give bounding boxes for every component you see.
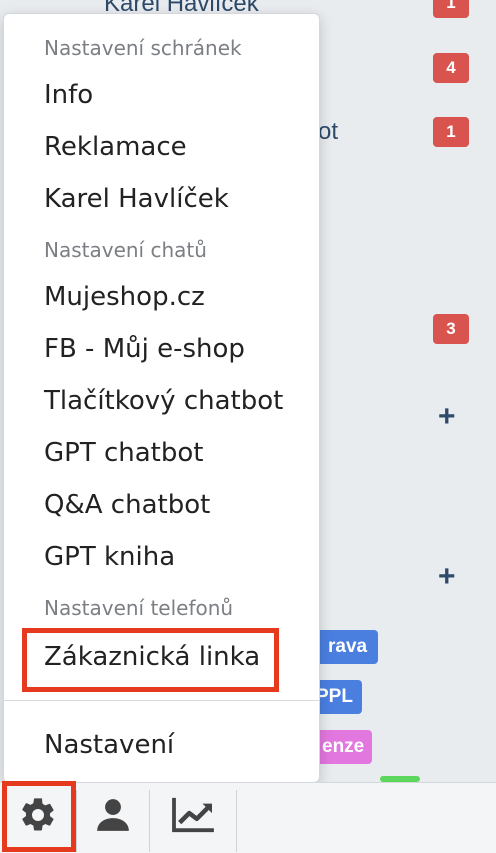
menu-item-info[interactable]: Info [44,80,93,110]
add-icon[interactable]: + [438,402,456,432]
menu-item-mujeshop[interactable]: Mujeshop.cz [44,282,205,312]
menu-item-qa-chatbot[interactable]: Q&A chatbot [44,490,210,520]
unread-badge: 4 [433,53,469,83]
unread-badge: 1 [433,0,469,18]
menu-item-fb-eshop[interactable]: FB - Můj e-shop [44,334,245,364]
highlight-box [2,781,76,852]
sidebar-row-text[interactable]: ot [318,118,338,146]
menu-item-button-chatbot[interactable]: Tlačítkový chatbot [44,386,283,416]
profile-button[interactable] [77,782,149,852]
menu-header-phones: Nastavení telefonů [44,596,234,620]
chart-icon [170,796,216,839]
menu-item-karel-havlicek[interactable]: Karel Havlíček [44,184,229,214]
menu-divider [4,700,319,701]
toolbar-separator [236,790,237,852]
unread-badge: 3 [433,314,469,344]
statistics-button[interactable] [150,782,236,852]
menu-item-nastaveni[interactable]: Nastavení [44,730,174,760]
menu-item-reklamace[interactable]: Reklamace [44,132,187,162]
menu-header-mailboxes: Nastavení schránek [44,36,242,60]
user-icon [94,795,132,840]
menu-item-gpt-kniha[interactable]: GPT kniha [44,542,175,572]
add-icon[interactable]: + [438,562,456,592]
menu-item-gpt-chatbot[interactable]: GPT chatbot [44,438,203,468]
menu-header-chats: Nastavení chatů [44,238,207,262]
highlight-box [22,628,279,692]
unread-badge: 1 [433,117,469,147]
